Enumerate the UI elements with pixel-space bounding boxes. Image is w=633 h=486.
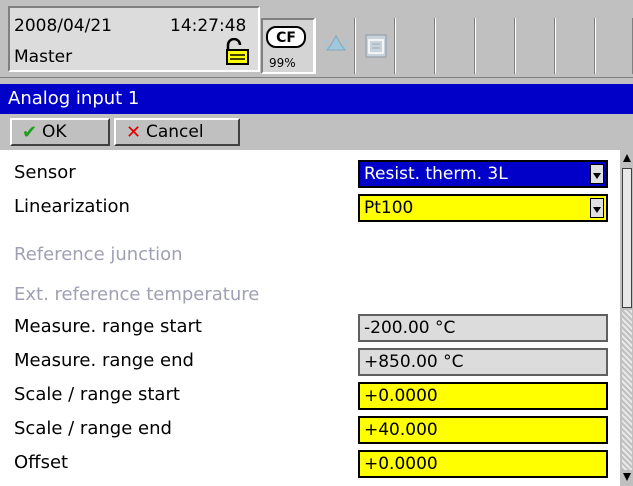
scale-range-start-input[interactable]: +0.0000 <box>358 382 608 410</box>
field-label: Offset <box>14 452 69 473</box>
cancel-label: Cancel <box>146 122 204 142</box>
status-slot-5 <box>435 18 475 74</box>
status-slot-4 <box>395 18 435 74</box>
ok-label: OK <box>42 122 67 142</box>
scroll-down-icon[interactable] <box>621 470 633 484</box>
toolbar: ✔ OK ✕ Cancel <box>0 114 633 148</box>
settings-form: Sensor Resist. therm. 3L Linearization P… <box>0 150 620 486</box>
scroll-up-icon[interactable] <box>621 152 633 166</box>
checkmark-icon: ✔ <box>22 122 38 143</box>
calendar-icon <box>365 34 387 58</box>
dropdown-arrow-icon[interactable] <box>590 164 604 184</box>
status-slot-8 <box>555 18 595 74</box>
alarm-slot[interactable] <box>315 18 355 74</box>
measure-range-end-value: +850.00 °C <box>358 348 608 376</box>
form-row-measure-end: Measure. range end +850.00 °C <box>0 344 620 378</box>
status-user: Master <box>14 47 73 67</box>
datetime-panel: 2008/04/21 14:27:48 Master <box>8 6 260 72</box>
field-label: Measure. range end <box>14 350 194 371</box>
window-title: Analog input 1 <box>0 84 633 114</box>
cf-card-status[interactable]: CF 99% <box>261 18 315 74</box>
status-slot-6 <box>475 18 515 74</box>
status-slot-9 <box>595 18 633 74</box>
offset-input[interactable]: +0.0000 <box>358 450 608 478</box>
form-row-offset: Offset +0.0000 <box>0 446 620 480</box>
form-row-scale-start: Scale / range start +0.0000 <box>0 378 620 412</box>
form-row-reference-junction: Reference junction <box>0 238 620 272</box>
select-value: Pt100 <box>364 198 414 218</box>
form-row-sensor: Sensor Resist. therm. 3L <box>0 156 620 190</box>
form-row-ext-reference-temp: Ext. reference temperature <box>0 278 620 312</box>
measure-range-start-value: -200.00 °C <box>358 314 608 342</box>
lock-icon[interactable] <box>224 38 250 66</box>
bell-icon <box>323 35 349 51</box>
vertical-scrollbar[interactable] <box>621 150 633 486</box>
select-value: Resist. therm. 3L <box>364 164 508 184</box>
cf-usage-percent: 99% <box>269 56 296 70</box>
cf-card-icon: CF <box>266 26 306 48</box>
field-label: Sensor <box>14 162 76 183</box>
status-date: 2008/04/21 <box>14 16 112 36</box>
event-slot[interactable] <box>355 18 395 74</box>
status-bar: 2008/04/21 14:27:48 Master CF 99% <box>0 0 633 78</box>
form-row-measure-start: Measure. range start -200.00 °C <box>0 310 620 344</box>
field-label: Measure. range start <box>14 316 202 337</box>
cancel-button[interactable]: ✕ Cancel <box>114 118 240 146</box>
ok-button[interactable]: ✔ OK <box>10 118 110 146</box>
status-time: 14:27:48 <box>170 16 247 36</box>
status-slot-7 <box>515 18 555 74</box>
scroll-track[interactable] <box>622 310 632 470</box>
field-label: Scale / range end <box>14 418 172 439</box>
field-label: Scale / range start <box>14 384 180 405</box>
linearization-select[interactable]: Pt100 <box>358 194 608 222</box>
dropdown-arrow-icon[interactable] <box>590 198 604 218</box>
scale-range-end-input[interactable]: +40.000 <box>358 416 608 444</box>
field-label: Linearization <box>14 196 130 217</box>
scroll-thumb[interactable] <box>622 168 632 308</box>
sensor-select[interactable]: Resist. therm. 3L <box>358 160 608 188</box>
field-label-disabled: Ext. reference temperature <box>14 284 260 305</box>
field-label-disabled: Reference junction <box>14 244 183 265</box>
form-row-linearization: Linearization Pt100 <box>0 190 620 224</box>
form-row-scale-end: Scale / range end +40.000 <box>0 412 620 446</box>
close-icon: ✕ <box>126 122 142 143</box>
